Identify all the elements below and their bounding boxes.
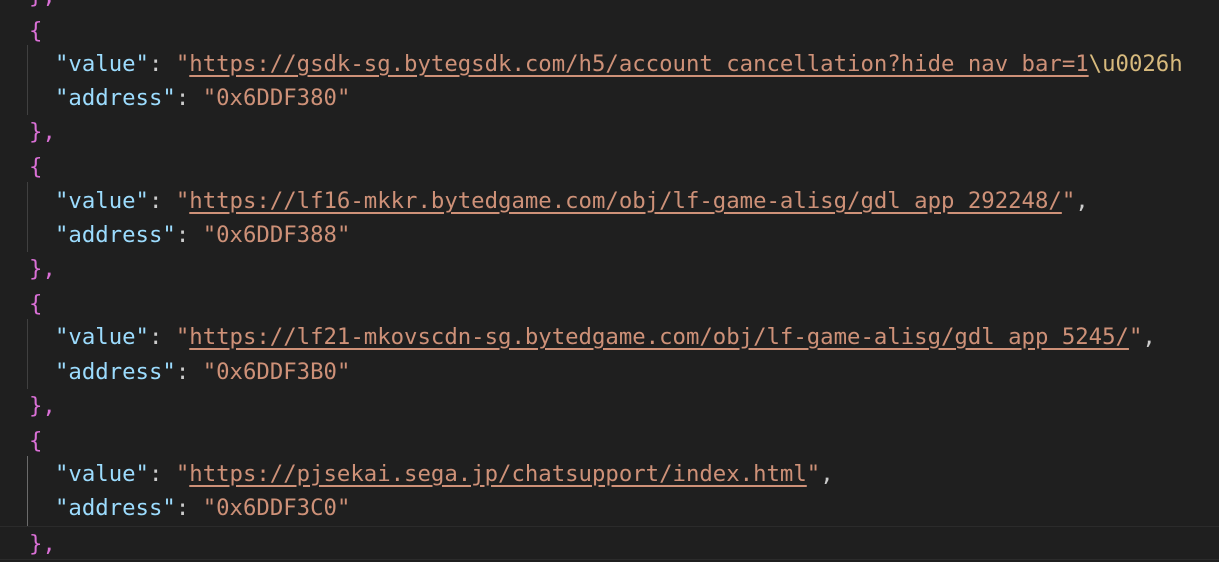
json-key-address: "address" — [55, 359, 176, 385]
url-link[interactable]: https://lf16-mkkr.bytedgame.com/obj/lf-g… — [189, 188, 1062, 214]
opening-brace: { — [29, 291, 43, 317]
code-line: "address": "0x6DDF3C0" — [55, 495, 351, 521]
current-line[interactable]: }, — [0, 526, 1219, 561]
address-value: 0x6DDF3B0 — [216, 359, 337, 385]
url-link[interactable]: https://lf21-mkovscdn-sg.bytedgame.com/o… — [189, 324, 1129, 350]
closing-brace: }, — [29, 119, 56, 145]
closing-brace: }, — [29, 531, 56, 557]
code-line: { — [29, 14, 42, 48]
indent-guide — [27, 182, 28, 252]
escape-sequence: \u0026h — [1088, 51, 1183, 77]
code-editor[interactable]: }, { "value": "https://gsdk-sg.bytegsdk.… — [0, 0, 1219, 562]
code-line: }, — [29, 389, 56, 423]
opening-brace: { — [29, 428, 43, 454]
json-key-value: "value" — [55, 188, 149, 214]
code-line: "value": "https://lf21-mkovscdn-sg.byted… — [55, 324, 1156, 350]
code-line: { — [29, 150, 42, 184]
code-line: }, — [29, 0, 56, 13]
json-key-address: "address" — [55, 495, 176, 521]
opening-brace: { — [29, 18, 43, 44]
indent-guide — [27, 45, 28, 115]
code-line: "address": "0x6DDF3B0" — [55, 359, 351, 385]
opening-brace: { — [29, 154, 43, 180]
indent-guide-active — [27, 456, 28, 526]
code-line: "address": "0x6DDF380" — [55, 85, 351, 111]
indent-guide — [27, 319, 28, 389]
code-line: }, — [29, 252, 56, 286]
json-key-value: "value" — [55, 324, 149, 350]
code-line: "value": "https://lf16-mkkr.bytedgame.co… — [55, 188, 1089, 214]
address-value: 0x6DDF380 — [216, 85, 337, 111]
json-key-address: "address" — [55, 222, 176, 248]
url-link[interactable]: https://gsdk-sg.bytegsdk.com/h5/account_… — [189, 51, 1088, 77]
code-line: "value": "https://pjsekai.sega.jp/chatsu… — [55, 461, 834, 487]
url-link[interactable]: https://pjsekai.sega.jp/chatsupport/inde… — [189, 461, 807, 487]
address-value: 0x6DDF3C0 — [216, 495, 337, 521]
code-line: }, — [29, 115, 56, 149]
code-line: { — [29, 424, 42, 458]
code-line: "address": "0x6DDF388" — [55, 222, 351, 248]
json-key-value: "value" — [55, 461, 149, 487]
closing-brace: }, — [29, 0, 56, 9]
closing-brace: }, — [29, 393, 56, 419]
closing-brace: }, — [29, 256, 56, 282]
address-value: 0x6DDF388 — [216, 222, 337, 248]
json-key-value: "value" — [55, 51, 149, 77]
code-line: { — [29, 287, 42, 321]
json-key-address: "address" — [55, 85, 176, 111]
code-line: "value": "https://gsdk-sg.bytegsdk.com/h… — [55, 51, 1183, 77]
